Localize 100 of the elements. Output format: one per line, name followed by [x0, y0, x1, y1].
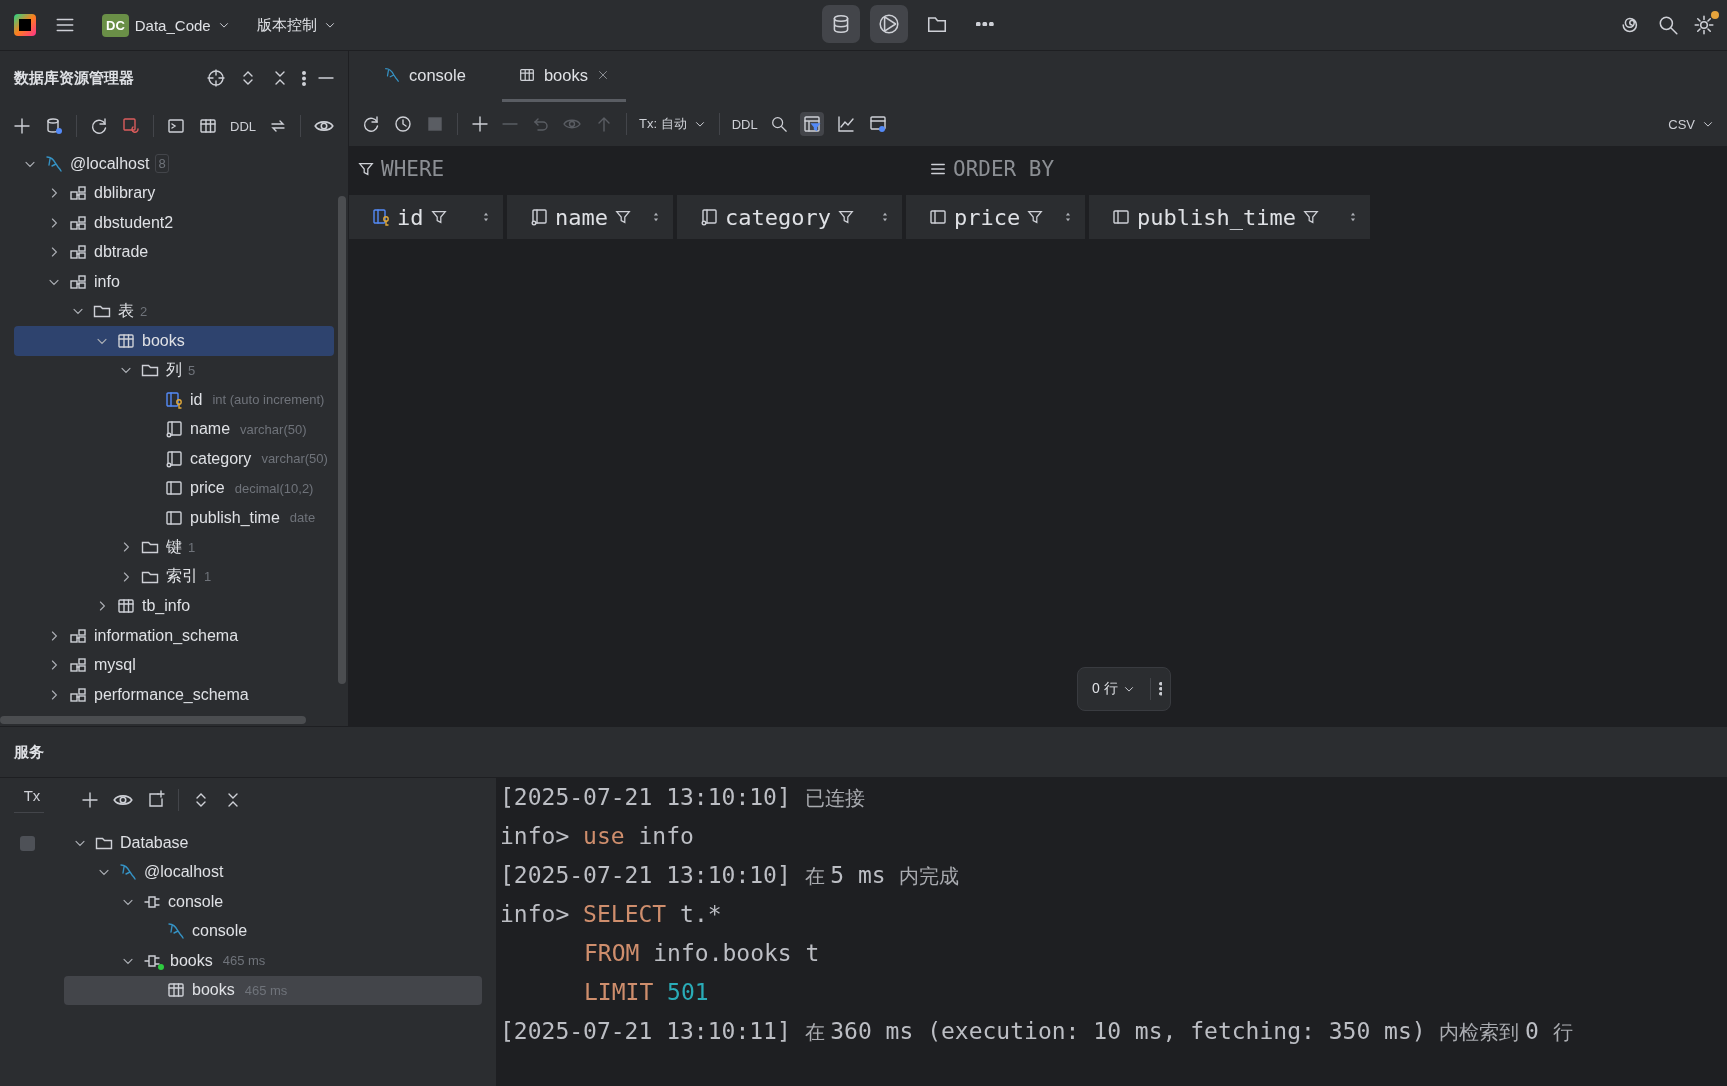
tree-item[interactable]: books — [14, 326, 334, 356]
table-icon — [517, 66, 536, 84]
new-tab-icon[interactable] — [146, 790, 166, 810]
column-header[interactable]: price — [906, 195, 1085, 239]
item-label: publish_time — [190, 508, 280, 527]
column-name: name — [555, 204, 608, 230]
more-icon[interactable] — [302, 70, 306, 86]
console-line: LIMIT 501 — [583, 978, 710, 1007]
tree-item[interactable]: performance_schema — [14, 680, 334, 710]
tree-item[interactable]: books 465 ms — [64, 946, 482, 976]
filter-icon[interactable] — [1026, 208, 1045, 226]
ddl-button[interactable]: DDL — [731, 116, 758, 132]
database-button[interactable] — [822, 5, 860, 43]
console-icon[interactable] — [166, 116, 186, 136]
tree-item[interactable]: dblibrary — [14, 178, 334, 208]
tree-item[interactable]: dbstudent2 — [14, 208, 334, 238]
column-icon — [928, 207, 948, 227]
item-count: 2 — [140, 303, 148, 319]
search-icon[interactable] — [1657, 14, 1679, 36]
tree-item[interactable]: @localhost — [64, 857, 482, 887]
scrollbar[interactable] — [338, 196, 346, 684]
tree-item[interactable]: information_schema — [14, 621, 334, 651]
tree-item[interactable]: console — [64, 916, 482, 946]
tree-item[interactable]: tb_info — [14, 591, 334, 621]
scrollbar[interactable] — [0, 716, 306, 724]
filter-icon[interactable] — [836, 208, 855, 226]
editor-tab[interactable]: console — [367, 51, 482, 102]
export-format-dropdown[interactable]: CSV — [1668, 116, 1695, 132]
console-line: [2025-07-21 13:10:11] 在 360 ms (execution: 10 ms, fetching: 350 ms) 内检索到 0 行 — [500, 1017, 1574, 1046]
tree-item[interactable]: info — [14, 267, 334, 297]
disconnect-icon[interactable] — [121, 116, 141, 136]
column-icon — [164, 448, 184, 469]
tree-item[interactable]: mysql — [14, 650, 334, 680]
table-view-icon[interactable] — [867, 114, 888, 134]
add-row-icon[interactable] — [470, 114, 490, 134]
tree-item[interactable]: dbtrade — [14, 237, 334, 267]
filter-icon[interactable] — [357, 160, 375, 178]
column-icon — [529, 207, 549, 227]
column-header[interactable]: id — [349, 195, 503, 239]
filter-icon[interactable] — [1301, 208, 1320, 226]
database-settings-icon[interactable] — [44, 116, 64, 136]
tree-item[interactable]: Database — [64, 828, 482, 858]
search-icon[interactable] — [769, 115, 788, 133]
chart-icon[interactable] — [835, 114, 856, 134]
item-label: name — [190, 420, 231, 439]
column-name: category — [725, 204, 831, 230]
tree-item[interactable]: 列 5 — [14, 355, 334, 385]
item-label: category — [190, 449, 252, 468]
row-count-dropdown[interactable]: 0 行 — [1086, 680, 1142, 698]
column-header[interactable]: category — [677, 195, 902, 239]
transaction-button[interactable]: Tx — [14, 787, 44, 813]
table-icon[interactable] — [198, 116, 218, 136]
more-icon[interactable] — [1158, 682, 1163, 696]
column-header[interactable]: name — [507, 195, 673, 239]
ddl-button[interactable]: DDL — [230, 118, 256, 134]
tree-item[interactable]: console — [64, 887, 482, 917]
item-label: 表 — [118, 300, 134, 321]
key-column-icon — [164, 389, 184, 410]
settings-icon[interactable] — [1693, 14, 1715, 36]
order-by-filter[interactable]: ORDER BY — [953, 157, 1055, 181]
key-column-icon — [371, 207, 391, 227]
tree-item[interactable]: 键 1 — [14, 532, 334, 562]
tree-item[interactable]: @localhost 8 — [14, 149, 334, 179]
refresh-icon[interactable] — [89, 116, 109, 136]
where-filter[interactable]: WHERE — [381, 157, 445, 181]
vcs-menu[interactable]: 版本控制 — [248, 9, 345, 41]
filter-icon[interactable] — [429, 208, 448, 226]
item-count: 5 — [188, 362, 196, 378]
stop-icon — [425, 114, 445, 134]
app-logo-icon[interactable] — [14, 14, 36, 36]
run-button[interactable] — [870, 5, 908, 43]
filter-icon[interactable] — [614, 208, 632, 226]
item-label: info — [94, 272, 120, 291]
column-icon — [699, 207, 719, 227]
item-count: 1 — [188, 539, 196, 555]
crosshair-icon[interactable] — [206, 68, 226, 88]
more-icon — [976, 21, 994, 27]
item-count: 8 — [155, 154, 169, 174]
add-icon[interactable] — [12, 116, 32, 136]
add-icon[interactable] — [80, 790, 100, 810]
tree-item[interactable]: price decimal(10,2) — [14, 473, 334, 503]
column-header[interactable]: publish_time — [1089, 195, 1370, 239]
tree-item[interactable]: category varchar(50) — [14, 444, 334, 474]
item-label: id — [190, 390, 203, 409]
filter-toggle[interactable] — [799, 112, 824, 136]
refresh-icon[interactable] — [361, 114, 381, 134]
item-detail: int (auto increment) — [212, 392, 325, 408]
item-label: @localhost — [70, 154, 150, 173]
tree-item[interactable]: publish_time date — [14, 503, 334, 533]
column-icon — [1111, 207, 1131, 227]
tree-item[interactable]: id int (auto increment) — [14, 385, 334, 415]
item-label: 索引 — [166, 566, 198, 587]
tree-item[interactable]: name varchar(50) — [14, 414, 334, 444]
history-icon[interactable] — [393, 114, 413, 134]
transaction-mode-dropdown[interactable]: Tx: 自动 — [639, 115, 707, 133]
project-menu[interactable]: DC Data_Code — [94, 7, 239, 43]
tree-item[interactable]: 表 2 — [14, 296, 334, 326]
panel-title: 数据库资源管理器 — [14, 68, 134, 88]
item-label: mysql — [94, 656, 136, 675]
tree-item[interactable]: 索引 1 — [14, 562, 334, 592]
